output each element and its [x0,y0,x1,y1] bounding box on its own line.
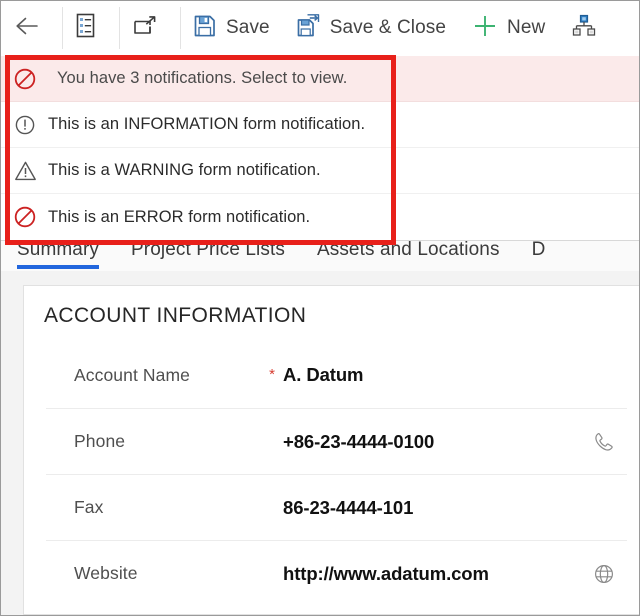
plus-icon [472,13,498,44]
notification-summary-text: You have 3 notifications. Select to view… [57,69,348,87]
back-arrow-icon [14,15,40,42]
field-label-phone: Phone [74,431,126,451]
notification-row-warning[interactable]: This is a WARNING form notification. [1,148,639,194]
tab-summary[interactable]: Summary [1,237,115,269]
new-button[interactable]: New [459,1,558,55]
notification-information-text: This is an INFORMATION form notification… [48,115,366,133]
field-value-phone[interactable]: +86-23-4444-0100 [283,431,587,453]
account-information-card: ACCOUNT INFORMATION Account Name * A. Da… [23,285,639,615]
notification-warning-text: This is a WARNING form notification. [48,161,321,179]
tab-more-label: D [531,239,546,260]
popout-button[interactable] [119,1,180,55]
save-close-icon [296,13,321,43]
field-row-website: Website http://www.adatum.com [46,540,627,606]
form-tabs: Summary Project Price Lists Assets and L… [1,237,639,273]
hierarchy-button[interactable] [558,1,612,55]
notification-panel: You have 3 notifications. Select to view… [1,56,639,241]
save-close-button[interactable]: Save & Close [283,1,459,55]
field-row-fax: Fax 86-23-4444-101 [46,474,627,540]
save-close-button-label: Save & Close [329,17,447,38]
form-selector[interactable] [62,1,119,55]
field-value-account-name[interactable]: A. Datum [283,364,587,386]
tab-project-price-lists[interactable]: Project Price Lists [115,237,301,269]
notification-row-error[interactable]: This is an ERROR form notification. [1,194,639,240]
tab-more[interactable]: D [516,237,562,269]
popout-icon [132,14,158,43]
save-button[interactable]: Save [180,1,283,55]
hierarchy-icon [571,13,597,44]
field-label-website: Website [74,563,138,583]
form-list-icon [75,13,97,43]
tab-assets-and-locations[interactable]: Assets and Locations [301,237,516,269]
notification-summary-row[interactable]: You have 3 notifications. Select to view… [1,56,639,102]
info-circle-icon [13,113,37,137]
save-icon [193,14,217,43]
tab-project-price-lists-label: Project Price Lists [131,239,285,260]
globe-icon[interactable] [587,563,621,585]
back-button[interactable] [1,1,62,55]
save-button-label: Save [226,17,270,38]
field-row-account-name: Account Name * A. Datum [46,342,627,408]
error-circle-slash-icon [13,205,37,229]
notification-row-information[interactable]: This is an INFORMATION form notification… [1,102,639,148]
form-body: ACCOUNT INFORMATION Account Name * A. Da… [1,271,639,615]
field-label-account-name: Account Name [74,364,190,385]
new-button-label: New [507,17,546,38]
tab-summary-label: Summary [17,239,99,260]
field-value-fax[interactable]: 86-23-4444-101 [283,497,587,519]
field-value-website[interactable]: http://www.adatum.com [283,563,587,585]
error-circle-slash-icon [13,67,37,91]
field-label-fax: Fax [74,497,104,517]
required-indicator-account-name: * [269,366,275,383]
warning-triangle-icon [13,159,37,183]
command-bar: Save Save & Close New [1,1,639,55]
phone-icon[interactable] [587,431,621,453]
field-row-phone: Phone +86-23-4444-0100 [46,408,627,474]
notification-error-text: This is an ERROR form notification. [48,207,311,226]
section-title-account-information: ACCOUNT INFORMATION [44,304,307,327]
account-form-window: Save Save & Close New Summary Project Pr… [0,0,640,616]
tab-active-underline [17,265,99,269]
tab-assets-and-locations-label: Assets and Locations [316,239,500,260]
